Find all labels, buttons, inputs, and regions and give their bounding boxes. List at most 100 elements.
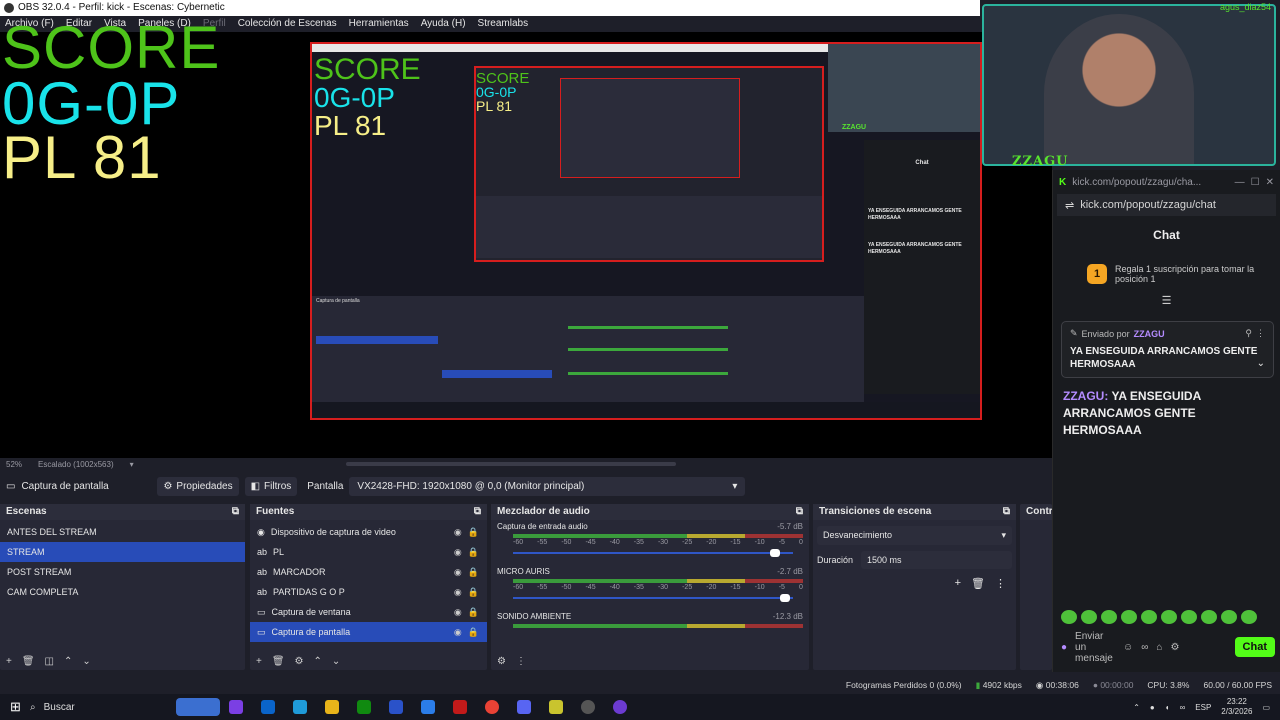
speaker-icon[interactable]: ◖ bbox=[1165, 703, 1170, 712]
eye-icon[interactable]: ◉ bbox=[454, 602, 462, 622]
more-options-icon[interactable]: ⋮ bbox=[516, 656, 526, 667]
xbox-icon[interactable] bbox=[357, 700, 371, 714]
add-icon[interactable]: + bbox=[955, 577, 961, 590]
eye-icon[interactable]: ◉ bbox=[454, 622, 462, 642]
site-settings-icon[interactable]: ⇌ bbox=[1065, 199, 1074, 212]
emote-icon[interactable] bbox=[1221, 610, 1237, 624]
slider-knob[interactable] bbox=[780, 594, 791, 602]
link-icon[interactable]: ∞ bbox=[1141, 642, 1148, 653]
emote-icon[interactable] bbox=[1161, 610, 1177, 624]
source-item[interactable]: ab PARTIDAS G O P ◉ 🔒 bbox=[250, 582, 487, 602]
dock-float-icon[interactable]: ⧉ bbox=[1003, 504, 1010, 520]
scaling-dropdown-icon[interactable]: ▾ bbox=[130, 460, 134, 469]
scene-post-stream[interactable]: POST STREAM bbox=[0, 562, 245, 582]
eye-icon[interactable]: ◉ bbox=[454, 582, 462, 602]
lock-icon[interactable]: 🔒 bbox=[468, 542, 479, 562]
language-indicator[interactable]: ESP bbox=[1195, 703, 1211, 712]
windows-start-icon[interactable]: ⊞ bbox=[10, 699, 21, 715]
emote-icon[interactable] bbox=[1181, 610, 1197, 624]
volume-slider[interactable] bbox=[513, 549, 793, 557]
move-down-icon[interactable]: ⌄ bbox=[82, 656, 90, 667]
scene-stream[interactable]: STREAM bbox=[0, 542, 245, 562]
source-item[interactable]: ab MARCADOR ◉ 🔒 bbox=[250, 562, 487, 582]
lock-icon[interactable]: 🔒 bbox=[468, 562, 479, 582]
clock[interactable]: 23:22 2/3/2026 bbox=[1221, 697, 1252, 717]
dock-float-icon[interactable]: ⧉ bbox=[796, 504, 803, 520]
emote-icon[interactable] bbox=[1201, 610, 1217, 624]
collapse-icon[interactable]: ☰ bbox=[1053, 294, 1280, 307]
source-item[interactable]: ab PL ◉ 🔒 bbox=[250, 542, 487, 562]
taskbar-search[interactable]: ⌕ Buscar bbox=[30, 696, 220, 718]
store-icon[interactable] bbox=[421, 700, 435, 714]
dock-float-icon[interactable]: ⧉ bbox=[232, 504, 239, 520]
add-icon[interactable]: + bbox=[256, 656, 262, 667]
outlook-icon[interactable] bbox=[261, 700, 275, 714]
close-icon[interactable]: ✕ bbox=[1266, 177, 1274, 188]
advanced-audio-icon[interactable]: ⚙ bbox=[497, 656, 506, 667]
eye-icon[interactable]: ◉ bbox=[454, 522, 462, 542]
lock-icon[interactable]: 🔒 bbox=[468, 622, 479, 642]
chevron-down-icon[interactable]: ⌄ bbox=[1257, 358, 1265, 369]
edge-icon[interactable] bbox=[293, 700, 307, 714]
preview-scrollbar[interactable] bbox=[346, 462, 676, 466]
streamlabs-icon[interactable] bbox=[549, 700, 563, 714]
mic-icon[interactable]: ● bbox=[1150, 703, 1155, 712]
pinned-user[interactable]: ZZAGU bbox=[1134, 329, 1165, 339]
menu-coleccion-escenas[interactable]: Colección de Escenas bbox=[238, 16, 337, 32]
file-explorer-icon[interactable] bbox=[325, 700, 339, 714]
scene-antes-del-stream[interactable]: ANTES DEL STREAM bbox=[0, 522, 245, 542]
lock-icon[interactable]: 🔒 bbox=[468, 602, 479, 622]
menu-herramientas[interactable]: Herramientas bbox=[349, 16, 409, 32]
menu-streamlabs[interactable]: Streamlabs bbox=[478, 16, 529, 32]
more-options-icon[interactable]: ⋮ bbox=[995, 577, 1006, 590]
trash-icon[interactable]: 🗑 bbox=[22, 656, 35, 667]
maximize-icon[interactable]: ☐ bbox=[1251, 177, 1260, 188]
emote-icon[interactable] bbox=[1101, 610, 1117, 624]
mic-icon[interactable]: ● bbox=[1061, 642, 1067, 653]
chat-input[interactable]: ● Enviar un mensaje ☺ ∞ ⌂ ⚙ Chat bbox=[1061, 630, 1275, 664]
scaling-label[interactable]: Escalado (1002x563) bbox=[38, 460, 114, 469]
properties-button[interactable]: ⚙ Propiedades bbox=[157, 476, 239, 496]
notifications-icon[interactable]: ▭ bbox=[1262, 703, 1270, 712]
chat-send-button[interactable]: Chat bbox=[1234, 637, 1275, 657]
move-down-icon[interactable]: ⌄ bbox=[332, 656, 340, 667]
app-red-icon[interactable] bbox=[453, 700, 467, 714]
discord-icon[interactable] bbox=[517, 700, 531, 714]
menu-ayuda[interactable]: Ayuda (H) bbox=[421, 16, 466, 32]
chrome-icon[interactable] bbox=[485, 700, 499, 714]
link-icon[interactable]: ∞ bbox=[1180, 703, 1186, 712]
vpn-icon[interactable] bbox=[389, 700, 403, 714]
slider-knob[interactable] bbox=[769, 549, 780, 557]
gift-icon[interactable]: ⌂ bbox=[1156, 642, 1162, 653]
eye-icon[interactable]: ◉ bbox=[454, 542, 462, 562]
source-item[interactable]: ◉ Dispositivo de captura de video ◉ 🔒 bbox=[250, 522, 487, 542]
chevron-up-icon[interactable]: ⌃ bbox=[1133, 703, 1140, 712]
transition-select[interactable]: Desvanecimiento ▾ bbox=[817, 526, 1012, 545]
settings-icon[interactable]: ⚙ bbox=[1170, 642, 1179, 653]
dock-float-icon[interactable]: ⧉ bbox=[474, 504, 481, 520]
emote-icon[interactable] bbox=[1141, 610, 1157, 624]
filter-icon[interactable]: ◫ bbox=[45, 656, 54, 667]
display-capture-preview[interactable]: SCORE 0G-0P PL 81 SCORE 0G-0P PL 81 ZZAG… bbox=[310, 42, 982, 420]
add-icon[interactable]: + bbox=[6, 656, 12, 667]
lock-icon[interactable]: 🔒 bbox=[468, 522, 479, 542]
emote-icon[interactable] bbox=[1121, 610, 1137, 624]
emoji-icon[interactable]: ☺ bbox=[1123, 642, 1133, 653]
copilot-icon[interactable] bbox=[229, 700, 243, 714]
eye-icon[interactable]: ◉ bbox=[454, 562, 462, 582]
gear-icon[interactable]: ⚙ bbox=[295, 656, 304, 667]
lock-icon[interactable]: 🔒 bbox=[468, 582, 479, 602]
unpin-icon[interactable]: ⚲ bbox=[1245, 328, 1252, 339]
minimize-icon[interactable]: — bbox=[1235, 177, 1245, 188]
zoom-level[interactable]: 52% bbox=[6, 460, 22, 469]
obs-icon[interactable] bbox=[581, 700, 595, 714]
emote-icon[interactable] bbox=[1241, 610, 1257, 624]
display-select[interactable]: VX2428-FHD: 1920x1080 @ 0,0 (Monitor pri… bbox=[349, 476, 746, 496]
duration-input[interactable]: 1500 ms bbox=[861, 551, 1012, 569]
move-up-icon[interactable]: ⌃ bbox=[314, 656, 322, 667]
pinned-message[interactable]: ✎ Enviado por ZZAGU ⚲ ⋮ YA ENSEGUIDA ARR… bbox=[1061, 321, 1274, 378]
chat-address-bar[interactable]: ⇌ kick.com/popout/zzagu/chat bbox=[1057, 194, 1276, 216]
sub-gift-banner[interactable]: 1 Regala 1 suscripción para tomar la pos… bbox=[1053, 242, 1280, 284]
more-options-icon[interactable]: ⋮ bbox=[1256, 328, 1265, 339]
trash-icon[interactable]: 🗑 bbox=[272, 656, 285, 667]
